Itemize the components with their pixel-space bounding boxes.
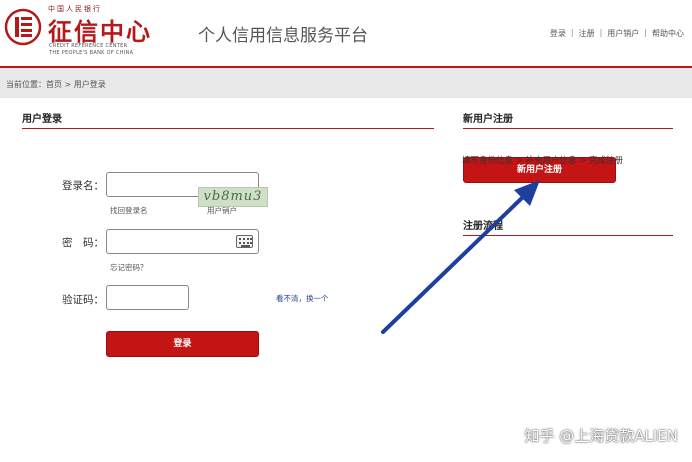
register-section-divider: [463, 128, 673, 129]
top-link-login[interactable]: 登录: [550, 28, 566, 39]
username-label: 登录名：: [62, 180, 104, 192]
register-process-title: 注册流程: [463, 221, 503, 232]
captcha-input[interactable]: [106, 285, 189, 310]
breadcrumb: 当前位置：首页 > 用户登录: [6, 80, 106, 89]
watermark: 知乎 @上海贷款ALIEN: [524, 427, 678, 445]
password-label: 密 码：: [62, 237, 104, 249]
logo-english-line2: THE PEOPLE'S BANK OF CHINA: [49, 50, 134, 56]
register-section-title: 新用户注册: [463, 114, 513, 125]
top-link-register[interactable]: 注册: [579, 28, 595, 39]
top-link-separator: |: [570, 28, 574, 37]
top-nav-links: 登录 | 注册 | 用户销户 | 帮助中心: [550, 28, 684, 39]
logo-english-line1: CREDIT REFERENCE CENTER: [49, 43, 128, 49]
login-section-title: 用户登录: [22, 114, 62, 125]
login-button[interactable]: 登录: [106, 331, 259, 357]
password-input[interactable]: [106, 229, 259, 254]
refresh-captcha-link[interactable]: 看不清，换一个: [276, 293, 329, 304]
top-link-cancel-account[interactable]: 用户销户: [607, 28, 639, 39]
breadcrumb-bar: 当前位置：首页 > 用户登录: [0, 68, 692, 98]
top-link-separator: |: [599, 28, 603, 37]
find-login-name-link[interactable]: 找回登录名: [110, 205, 148, 216]
seal-logo-icon: [4, 8, 42, 46]
forgot-password-link[interactable]: 忘记密码？: [110, 262, 148, 273]
platform-title: 个人信用信息服务平台: [198, 26, 368, 46]
captcha-image[interactable]: vb8mu3: [198, 187, 268, 207]
login-section-divider: [22, 128, 434, 129]
captcha-label: 验证码：: [62, 294, 104, 306]
register-process-divider: [463, 235, 673, 236]
top-link-separator: |: [644, 28, 647, 37]
site-header: 中国人民银行 征信中心 CREDIT REFERENCE CENTER THE …: [0, 0, 692, 66]
top-link-help[interactable]: 帮助中心: [652, 28, 684, 39]
register-process-steps: 填写身份信息 > 补充用户信息 > 完成注册: [462, 156, 624, 166]
main-content: 用户登录 登录名： 找回登录名 用户销户 密 码： 忘记密码？ 验证码： vb8…: [0, 98, 692, 462]
logo-main-text: 征信中心: [48, 17, 152, 46]
keyboard-icon[interactable]: [236, 235, 253, 248]
